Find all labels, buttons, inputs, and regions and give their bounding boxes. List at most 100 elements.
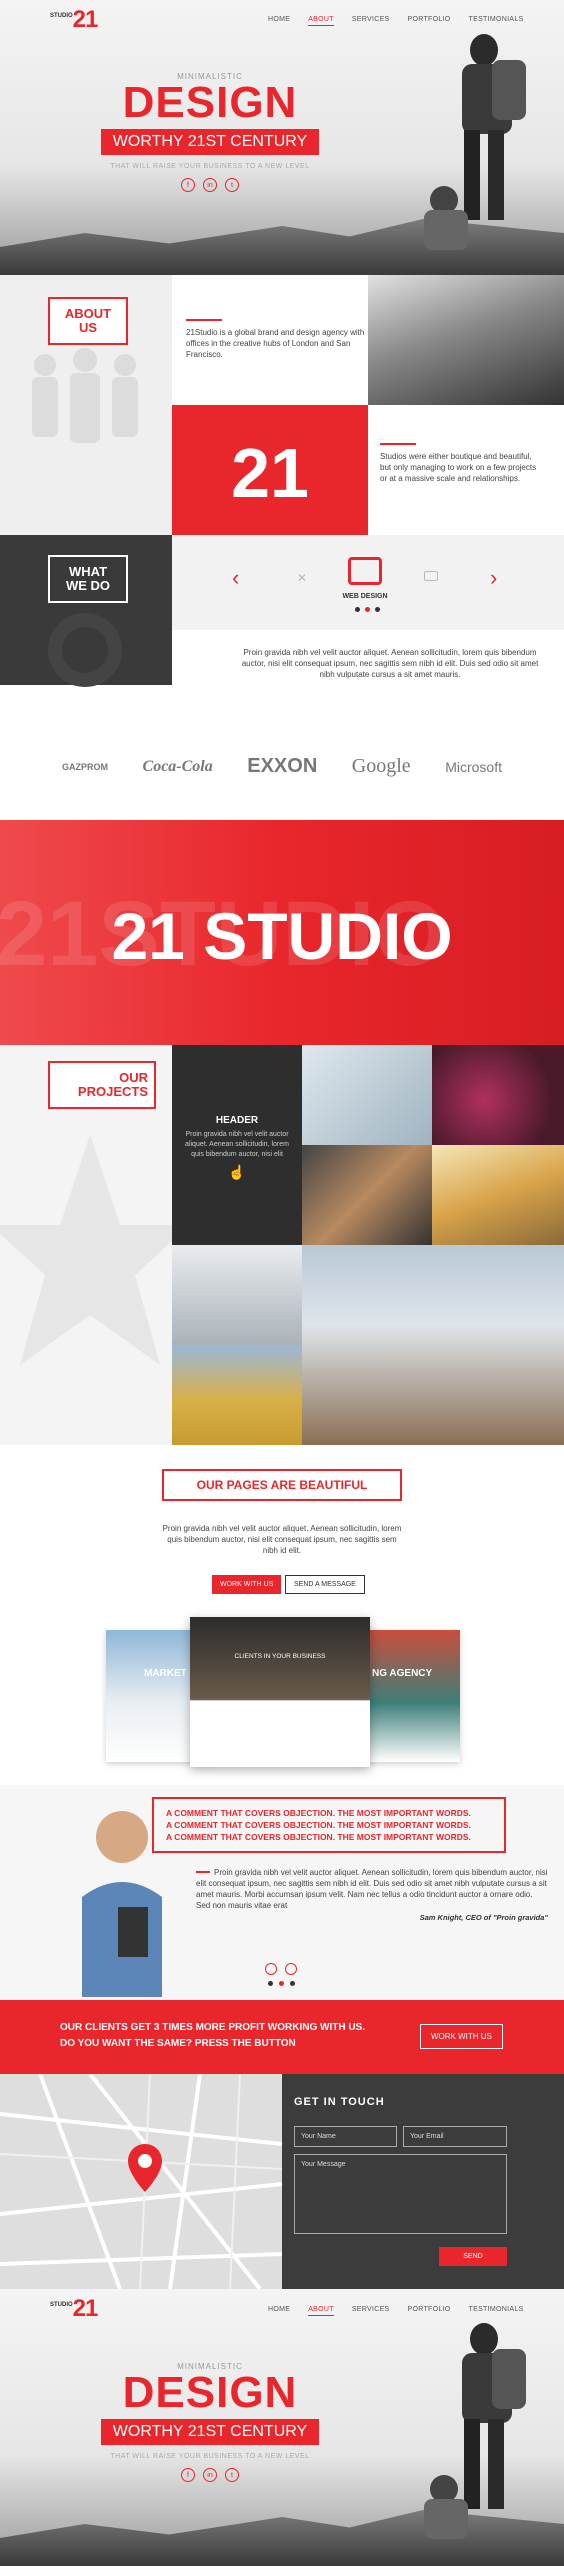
- send-button[interactable]: SEND: [439, 2247, 507, 2266]
- about-left-panel: ABOUT US: [0, 275, 172, 535]
- quote-line-1: A COMMENT THAT COVERS OBJECTION. THE MOS…: [166, 1808, 471, 1818]
- map-pin-icon[interactable]: [128, 2144, 162, 2192]
- client-microsoft: Microsoft: [445, 758, 502, 775]
- carousel-dots: [355, 607, 380, 612]
- tools-icon[interactable]: ✕: [297, 571, 307, 585]
- footer-nav-home[interactable]: HOME: [268, 2306, 290, 2316]
- project-thumb-2[interactable]: [432, 1045, 564, 1145]
- client-gazprom: GAZPROM: [62, 761, 108, 772]
- about-label-line1: ABOUT: [64, 306, 112, 321]
- whatwedo-label-line2: WE DO: [65, 578, 111, 593]
- logo-number: 21: [72, 6, 99, 33]
- testimonial-next-icon[interactable]: [285, 1963, 297, 1975]
- footer-hero-subtitle: WORTHY 21ST CENTURY: [100, 2419, 320, 2445]
- dot-2[interactable]: [365, 607, 370, 612]
- email-field[interactable]: Your Email: [403, 2126, 507, 2147]
- logo[interactable]: STUDIO21: [50, 6, 99, 34]
- testimonial-section: A COMMENT THAT COVERS OBJECTION. THE MOS…: [0, 1785, 564, 2000]
- project-thumb-6[interactable]: [302, 1245, 564, 1445]
- send-message-button[interactable]: SEND A MESSAGE: [285, 1575, 365, 1594]
- footer-nav-services[interactable]: SERVICES: [352, 2306, 390, 2316]
- about-section: ABOUT US 21Studio is a global brand and …: [0, 275, 564, 535]
- nav-home[interactable]: HOME: [268, 16, 290, 26]
- hand-cursor-icon: ☝: [228, 1164, 246, 1180]
- main-nav: HOME ABOUT SERVICES PORTFOLIO TESTIMONIA…: [268, 16, 524, 26]
- tdot-3[interactable]: [290, 1981, 295, 1986]
- people-silhouette: [32, 348, 138, 443]
- dot-1[interactable]: [355, 607, 360, 612]
- nav-portfolio[interactable]: PORTFOLIO: [408, 16, 451, 26]
- footer-logo-number: 21: [72, 2295, 99, 2322]
- project-thumb-4[interactable]: [432, 1145, 564, 1245]
- clients-bar: GAZPROM Coca-Cola EXXON Google Microsoft: [62, 755, 502, 778]
- contact-title: GET IN TOUCH: [294, 2096, 385, 2108]
- services-section: WHAT WE DO ‹ ✕ WEB DESIGN › Proin gravid…: [0, 535, 564, 687]
- projects-label: OUR PROJECTS: [48, 1061, 156, 1109]
- nav-services[interactable]: SERVICES: [352, 16, 390, 26]
- hero-subtitle: WORTHY 21ST CENTURY: [100, 129, 320, 155]
- number-tile: 21: [172, 405, 368, 535]
- footer-hiker-photo: [424, 2323, 526, 2539]
- star-icon: [0, 1135, 190, 1365]
- footer-nav: HOME ABOUT SERVICES PORTFOLIO TESTIMONIA…: [268, 2306, 524, 2316]
- about-label: ABOUT US: [48, 297, 128, 345]
- footer-linkedin-icon[interactable]: in: [203, 2468, 217, 2482]
- projects-label-line1: OUR: [119, 1070, 148, 1085]
- pages-text: Proin gravida nibh vel velit auctor aliq…: [162, 1524, 402, 1555]
- chevron-left-icon[interactable]: ‹: [232, 565, 239, 591]
- facebook-icon[interactable]: f: [181, 178, 195, 192]
- footer-nav-about[interactable]: ABOUT: [308, 2306, 334, 2316]
- chevron-right-icon[interactable]: ›: [490, 565, 497, 591]
- pages-section: OUR PAGES ARE BEAUTIFUL Proin gravida ni…: [0, 1445, 564, 1785]
- footer-logo[interactable]: STUDIO21: [50, 2295, 99, 2323]
- whatwedo-label-line1: WHAT: [68, 564, 108, 579]
- twitter-icon[interactable]: t: [225, 178, 239, 192]
- client-exxon: EXXON: [247, 755, 318, 777]
- project-thumb-7[interactable]: [172, 1345, 302, 1445]
- social-links: f in t: [0, 178, 420, 192]
- name-field[interactable]: Your Name: [294, 2126, 397, 2147]
- project-card[interactable]: HEADER Proin gravida nibh vel velit auct…: [172, 1045, 302, 1245]
- client-google: Google: [351, 755, 411, 777]
- footer-hero-content: MINIMALISTIC DESIGN WORTHY 21ST CENTURY …: [0, 2362, 420, 2482]
- dot-3[interactable]: [375, 607, 380, 612]
- contact-section: GET IN TOUCH Your Name Your Email Your M…: [0, 2074, 564, 2289]
- web-design-icon[interactable]: [348, 557, 382, 585]
- whatwedo-label: WHAT WE DO: [48, 555, 128, 603]
- projects-label-line2: PROJECTS: [77, 1084, 148, 1099]
- chat-icon[interactable]: [424, 571, 438, 581]
- footer-social-links: f in t: [0, 2468, 420, 2482]
- footer-twitter-icon[interactable]: t: [225, 2468, 239, 2482]
- tdot-1[interactable]: [268, 1981, 273, 1986]
- testimonial-text: Proin gravida nibh vel velit auctor aliq…: [196, 1868, 548, 1910]
- projects-section: OUR PROJECTS HEADER Proin gravida nibh v…: [0, 1045, 564, 1445]
- pages-title: OUR PAGES ARE BEAUTIFUL: [162, 1469, 402, 1501]
- message-field[interactable]: Your Message: [294, 2154, 507, 2234]
- quote-line-3: A COMMENT THAT COVERS OBJECTION. THE MOS…: [166, 1832, 471, 1842]
- footer-facebook-icon[interactable]: f: [181, 2468, 195, 2482]
- cta-button[interactable]: WORK WITH US: [420, 2024, 503, 2049]
- services-carousel: ‹ ✕ WEB DESIGN ›: [172, 535, 564, 630]
- hero-tagline: THAT WILL RAISE YOUR BUSINESS TO A NEW L…: [110, 163, 310, 170]
- linkedin-icon[interactable]: in: [203, 178, 217, 192]
- gear-icon: [48, 613, 122, 687]
- tdot-2[interactable]: [279, 1981, 284, 1986]
- testimonial-prev-icon[interactable]: [265, 1963, 277, 1975]
- work-with-us-button[interactable]: WORK WITH US: [212, 1575, 282, 1594]
- number-21: 21: [231, 434, 309, 512]
- project-thumb-5[interactable]: [172, 1245, 302, 1345]
- about-redline-2: [380, 443, 416, 445]
- footer-nav-testimonials[interactable]: TESTIMONIALS: [469, 2306, 524, 2316]
- footer-nav-portfolio[interactable]: PORTFOLIO: [408, 2306, 451, 2316]
- footer-hero-title: DESIGN: [122, 2368, 298, 2417]
- project-thumb-1[interactable]: [302, 1045, 432, 1145]
- client-cocacola: Coca-Cola: [142, 757, 213, 775]
- logo-text: STUDIO: [50, 13, 73, 19]
- mockup-right-text: NG AGENCY: [372, 1668, 433, 1679]
- project-thumb-3[interactable]: [302, 1145, 432, 1245]
- testimonial-dots: [268, 1981, 295, 1986]
- cta-line-1: OUR CLIENTS GET 3 TIMES MORE PROFIT WORK…: [60, 2022, 365, 2033]
- nav-testimonials[interactable]: TESTIMONIALS: [469, 16, 524, 26]
- nav-about[interactable]: ABOUT: [308, 16, 334, 26]
- services-text: Proin gravida nibh vel velit auctor aliq…: [241, 648, 539, 679]
